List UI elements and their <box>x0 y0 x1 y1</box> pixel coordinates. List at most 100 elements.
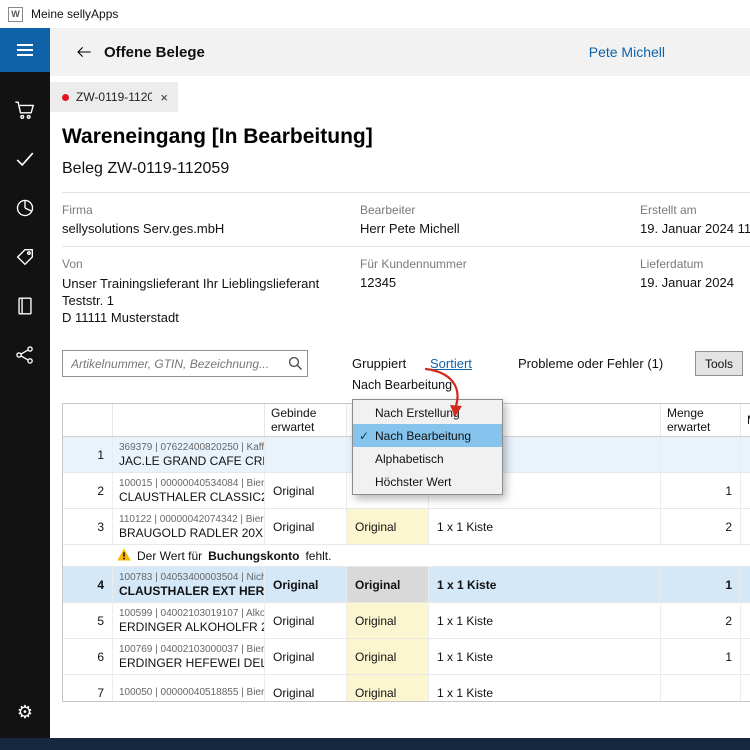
row-number: 7 <box>63 675 113 702</box>
pie-chart-icon[interactable] <box>13 196 37 220</box>
page-title: Wareneingang [In Bearbeitung] <box>62 125 373 149</box>
sort-option[interactable]: Alphabetisch <box>353 447 502 470</box>
share-icon[interactable] <box>13 343 37 367</box>
tools-button[interactable]: Tools <box>695 351 743 376</box>
search-icon[interactable] <box>283 356 307 371</box>
kiste-cell[interactable]: 1 x 1 Kiste <box>429 509 661 544</box>
header-clipped: M <box>741 404 750 436</box>
firma-value: sellysolutions Serv.ges.mbH <box>62 221 224 236</box>
menge-erwartet-cell[interactable]: 1 <box>661 567 741 602</box>
table-row[interactable]: 4100783 | 04053400003504 | Nich...CLAUST… <box>63 567 750 603</box>
article-meta: 369379 | 07622400820250 | Kaff... <box>119 441 265 454</box>
kiste-cell[interactable]: 1 x 1 Kiste <box>429 675 661 702</box>
warning-text-pre: Der Wert für <box>137 549 202 563</box>
article-name: BRAUGOLD RADLER 20X... <box>119 526 265 540</box>
article-meta: 100015 | 00000040534084 | Bier... <box>119 477 265 490</box>
firma-label: Firma <box>62 203 93 217</box>
kiste-cell[interactable]: 1 x 1 Kiste <box>429 639 661 674</box>
probleme-button[interactable]: Probleme oder Fehler (1) <box>518 350 663 377</box>
document-tab[interactable]: ZW-0119-112059 W... × <box>50 82 178 112</box>
article-cell: 100769 | 04002103000037 | Bier...ERDINGE… <box>113 639 265 674</box>
settings-gear-icon[interactable]: ⚙ <box>0 704 50 722</box>
original-cell[interactable]: Original <box>347 603 429 638</box>
page-header: Offene Belege Pete Michell <box>50 28 750 76</box>
menge-erwartet-cell[interactable] <box>661 437 741 472</box>
app-icon: W <box>8 7 23 22</box>
bearbeiter-label: Bearbeiter <box>360 203 415 217</box>
gebinde-cell <box>265 437 347 472</box>
article-meta: 110122 | 00000042074342 | Bier... <box>119 513 265 526</box>
article-cell: 100050 | 00000040518855 | Bier... <box>113 675 265 702</box>
unsaved-dot-icon <box>62 94 69 101</box>
title-bar: W Meine sellyApps <box>0 0 750 28</box>
original-cell[interactable]: Original <box>347 509 429 544</box>
app-window: W Meine sellyApps <box>0 0 750 750</box>
bearbeiter-value: Herr Pete Michell <box>360 221 460 236</box>
article-cell: 110122 | 00000042074342 | Bier...BRAUGOL… <box>113 509 265 544</box>
sort-option[interactable]: ✓Nach Bearbeitung <box>353 424 502 447</box>
kundennummer-label: Für Kundennummer <box>360 257 467 271</box>
gebinde-cell: Original <box>265 639 347 674</box>
menge-erwartet-cell[interactable]: 1 <box>661 639 741 674</box>
row-number: 3 <box>63 509 113 544</box>
article-name: ERDINGER HEFEWEI DEL... <box>119 656 265 670</box>
article-cell: 100783 | 04053400003504 | Nich...CLAUSTH… <box>113 567 265 602</box>
row-number: 4 <box>63 567 113 602</box>
article-name: CLAUSTHALER CLASSIC2... <box>119 490 265 504</box>
table-row[interactable]: 5100599 | 04002103019107 | Alkoh...ERDIN… <box>63 603 750 639</box>
current-sort-value: Nach Bearbeitung <box>352 378 452 392</box>
journal-icon[interactable] <box>13 294 37 318</box>
menge-erwartet-cell[interactable] <box>661 675 741 702</box>
gebinde-cell: Original <box>265 603 347 638</box>
tab-bar: ZW-0119-112059 W... × <box>50 76 750 112</box>
menge-erwartet-cell[interactable]: 1 <box>661 473 741 508</box>
article-cell: 369379 | 07622400820250 | Kaff...JAC.LE … <box>113 437 265 472</box>
check-icon: ✓ <box>353 429 375 443</box>
warning-spacer <box>63 545 113 566</box>
table-row[interactable]: 7100050 | 00000040518855 | Bier...Origin… <box>63 675 750 702</box>
warning-triangle-icon <box>117 548 131 564</box>
kundennummer-value: 12345 <box>360 275 396 290</box>
original-cell[interactable]: Original <box>347 639 429 674</box>
kiste-cell[interactable]: 1 x 1 Kiste <box>429 603 661 638</box>
gruppiert-button[interactable]: Gruppiert <box>352 350 406 377</box>
sortiert-button[interactable]: Sortiert <box>430 350 472 377</box>
sidebar: ⚙ <box>0 28 50 738</box>
back-button[interactable] <box>70 38 98 66</box>
article-cell: 100599 | 04002103019107 | Alkoh...ERDING… <box>113 603 265 638</box>
row-number: 6 <box>63 639 113 674</box>
original-cell[interactable]: Original <box>347 675 429 702</box>
gebinde-cell: Original <box>265 675 347 702</box>
clipped-cell <box>741 473 750 508</box>
sort-option-label: Nach Bearbeitung <box>375 429 471 443</box>
gebinde-cell: Original <box>265 567 347 602</box>
sort-option-label: Höchster Wert <box>375 475 451 489</box>
sort-dropdown: Nach Erstellung✓Nach BearbeitungAlphabet… <box>352 399 503 495</box>
menge-erwartet-cell[interactable]: 2 <box>661 603 741 638</box>
kiste-cell[interactable]: 1 x 1 Kiste <box>429 567 661 602</box>
sort-option[interactable]: Nach Erstellung <box>353 401 502 424</box>
header-num <box>63 404 113 436</box>
lieferdatum-label: Lieferdatum <box>640 257 703 271</box>
menu-icon[interactable] <box>0 28 50 72</box>
clipped-cell <box>741 675 750 702</box>
original-cell[interactable]: Original <box>347 567 429 602</box>
tab-label: ZW-0119-112059 W... <box>76 90 152 104</box>
back-arrow-icon <box>76 43 92 61</box>
cart-icon[interactable] <box>13 98 37 122</box>
row-number: 5 <box>63 603 113 638</box>
table-row[interactable]: 6100769 | 04002103000037 | Bier...ERDING… <box>63 639 750 675</box>
table-row[interactable]: 3110122 | 00000042074342 | Bier...BRAUGO… <box>63 509 750 545</box>
clipped-cell <box>741 437 750 472</box>
clipped-cell <box>741 509 750 544</box>
price-tag-icon[interactable] <box>13 245 37 269</box>
search-input[interactable] <box>63 357 283 371</box>
gebinde-cell: Original <box>265 473 347 508</box>
menge-erwartet-cell[interactable]: 2 <box>661 509 741 544</box>
sort-option[interactable]: Höchster Wert <box>353 470 502 493</box>
lieferdatum-value: 19. Januar 2024 <box>640 275 734 290</box>
article-meta: 100599 | 04002103019107 | Alkoh... <box>119 607 265 620</box>
check-icon[interactable] <box>13 147 37 171</box>
user-link[interactable]: Pete Michell <box>589 44 665 60</box>
tab-close-icon[interactable]: × <box>158 90 170 105</box>
